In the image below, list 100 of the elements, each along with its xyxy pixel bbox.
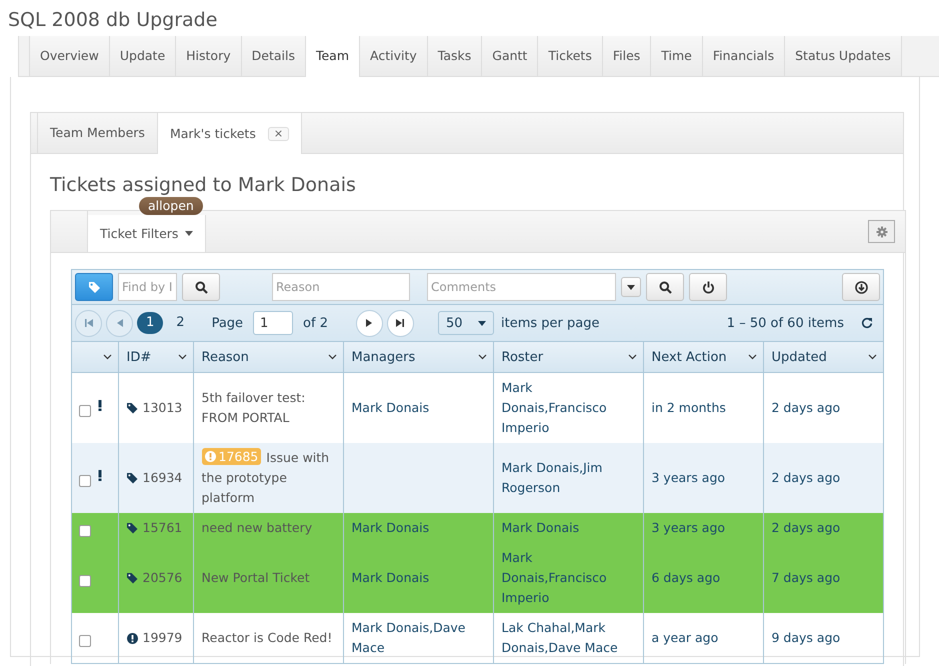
updated-text: 7 days ago — [772, 570, 840, 585]
column-header[interactable]: Managers — [343, 342, 493, 372]
find-field[interactable]: Find by I — [118, 273, 177, 301]
column-header[interactable]: ID# — [118, 342, 193, 372]
ticket-id[interactable]: 13013 — [142, 398, 182, 418]
tab[interactable]: Gantt — [482, 36, 538, 76]
managers-text: Mark Donais — [352, 400, 430, 415]
gear-icon — [876, 226, 888, 238]
subtab[interactable]: Mark's tickets × — [158, 113, 302, 154]
tab[interactable]: Team — [306, 36, 360, 77]
tab[interactable]: History — [176, 36, 242, 76]
row-checkbox[interactable] — [79, 574, 91, 586]
previous-page-button[interactable] — [106, 310, 133, 336]
caret-icon — [478, 320, 486, 326]
tag-icon — [126, 522, 138, 534]
ticket-id[interactable]: 19979 — [142, 628, 182, 648]
filter-tab[interactable]: Ticket Filters — [88, 215, 206, 252]
settings-button[interactable] — [868, 220, 895, 243]
column-header[interactable]: Updated — [763, 342, 883, 372]
row-checkbox[interactable] — [79, 524, 91, 536]
ticket-id[interactable]: 16934 — [142, 468, 182, 488]
tab[interactable]: Tickets — [538, 36, 603, 76]
tag-icon — [88, 280, 100, 294]
first-page-icon — [84, 319, 92, 327]
row-checkbox[interactable] — [79, 634, 91, 646]
next-page-icon — [366, 319, 372, 327]
chevron-icon — [178, 354, 186, 360]
tab[interactable]: Files — [602, 36, 652, 76]
power-icon — [702, 280, 714, 294]
first-page-button[interactable] — [75, 310, 102, 336]
tab[interactable]: Activity — [360, 36, 428, 76]
previous-page-icon — [116, 319, 122, 327]
ticket-reason: Reactor is Code Red! — [202, 629, 334, 647]
tab[interactable]: Financials — [702, 36, 786, 76]
power-button[interactable] — [689, 273, 727, 301]
page-field[interactable]: 1 — [253, 311, 294, 335]
per-page-label: items per page — [500, 316, 600, 330]
tab[interactable]: Update — [110, 36, 176, 76]
page-count: of 2 — [303, 316, 328, 330]
last-page-button[interactable] — [386, 310, 414, 336]
caret-icon — [185, 231, 194, 236]
search-button[interactable] — [646, 273, 684, 301]
comments-field[interactable]: Comments — [427, 273, 616, 301]
next-page-button[interactable] — [356, 310, 383, 336]
tab[interactable]: Status Updates — [785, 36, 902, 76]
next-action-text: in 2 months — [652, 400, 726, 415]
refresh-icon[interactable] — [861, 317, 873, 329]
download-icon — [854, 280, 868, 294]
tab[interactable]: Details — [242, 36, 306, 76]
chevron-icon — [328, 354, 336, 360]
chevron-icon — [102, 354, 112, 360]
managers-text: Mark Donais,Dave Mace — [352, 620, 466, 655]
caret-icon — [627, 284, 635, 290]
column-header[interactable]: Next Action — [643, 342, 763, 372]
filter-badge: allopen — [139, 197, 203, 215]
roster-text: Mark Donais,Francisco Imperio — [502, 550, 607, 605]
chevron-icon — [868, 354, 877, 360]
search-icon — [658, 280, 672, 294]
managers-text: Mark Donais — [352, 520, 430, 535]
alert-icon — [204, 451, 216, 462]
search-button[interactable] — [182, 273, 220, 301]
row-checkbox[interactable] — [79, 474, 91, 486]
updated-text: 2 days ago — [772, 400, 840, 415]
dropdown-button[interactable] — [621, 277, 641, 297]
tab[interactable]: Tasks — [428, 36, 482, 76]
page-title: SQL 2008 db Upgrade — [7, 8, 218, 33]
reason-field[interactable]: Reason — [272, 273, 410, 301]
roster-text: Mark Donais,Jim Rogerson — [502, 460, 602, 495]
chevron-icon — [478, 354, 486, 360]
tag-button[interactable] — [75, 273, 113, 301]
page-number[interactable]: 1 — [137, 312, 164, 334]
tag-icon — [126, 472, 138, 484]
section-heading: Tickets assigned to Mark Donais — [50, 174, 356, 196]
ticket-reason: New Portal Ticket — [202, 569, 311, 587]
tag-icon — [126, 572, 138, 584]
tab[interactable]: Overview — [30, 36, 110, 76]
tab[interactable]: Time — [651, 36, 703, 76]
ticket-reason: 17685 Issue with the prototype platform — [202, 448, 330, 507]
next-action-text: 3 years ago — [652, 520, 726, 535]
roster-text: Mark Donais,Francisco Imperio — [502, 380, 607, 435]
ticket-id[interactable]: 20576 — [142, 568, 182, 588]
chevron-icon — [628, 354, 636, 360]
alert-icon — [126, 632, 138, 644]
page-number[interactable]: 2 — [167, 312, 194, 334]
download-button[interactable] — [842, 273, 880, 301]
chevron-icon — [748, 354, 756, 360]
next-action-text: 6 days ago — [652, 570, 720, 585]
close-button[interactable]: × — [268, 126, 290, 140]
column-header[interactable]: Roster — [493, 342, 643, 372]
last-page-icon — [396, 319, 404, 327]
next-action-text: 3 years ago — [652, 470, 726, 485]
tag-icon — [126, 402, 138, 414]
row-checkbox[interactable] — [79, 404, 91, 416]
updated-text: 2 days ago — [772, 520, 840, 535]
search-icon — [194, 280, 208, 294]
managers-text: Mark Donais — [352, 570, 430, 585]
page-label: Page — [212, 316, 244, 330]
column-header[interactable]: Reason — [193, 342, 343, 372]
next-action-text: a year ago — [652, 630, 718, 645]
per-page-select[interactable]: 50 — [438, 311, 494, 335]
